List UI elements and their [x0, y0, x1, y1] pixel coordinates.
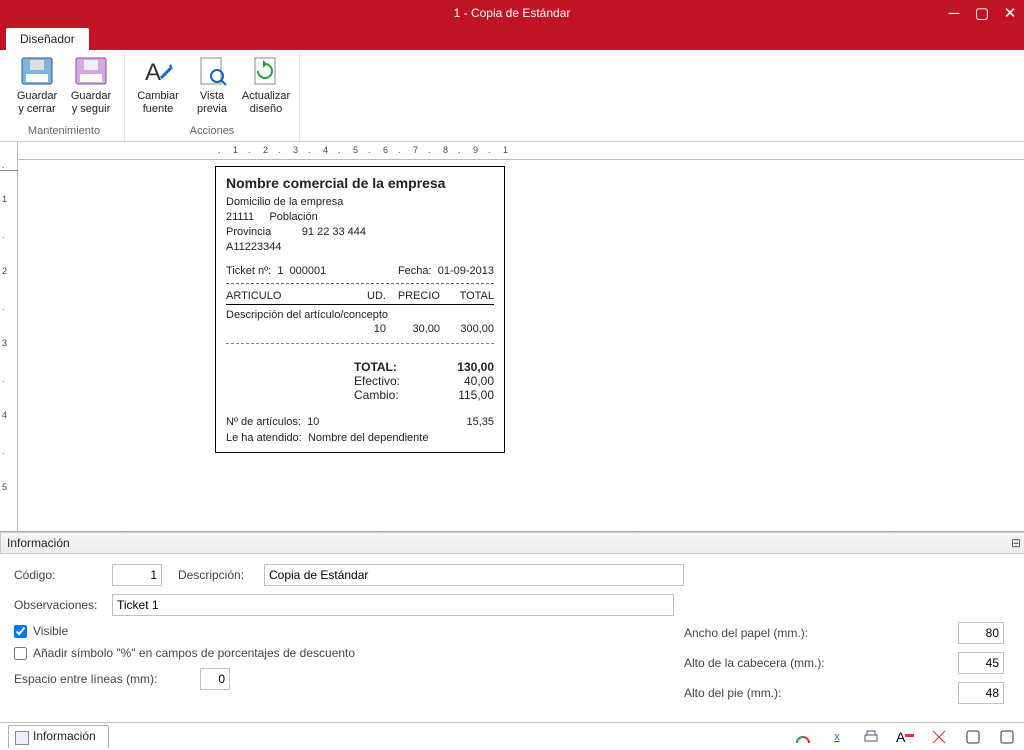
preview-button[interactable]: Vistaprevia: [185, 52, 239, 123]
print-icon[interactable]: [862, 729, 880, 745]
ribbon: Guardary cerrar Guardary seguir Mantenim…: [0, 50, 1024, 142]
refresh-design-button[interactable]: Actualizardiseño: [239, 52, 293, 123]
table-row: 10 30,00 300,00: [226, 323, 494, 335]
preview-icon: [195, 54, 229, 88]
pin-icon[interactable]: ⊟: [1011, 536, 1021, 550]
code-label: Código:: [14, 568, 106, 582]
chart-icon[interactable]: [794, 729, 812, 745]
tab-designer[interactable]: Diseñador: [6, 28, 89, 50]
ribbon-tabstrip: Diseñador: [0, 26, 1024, 50]
linespace-input[interactable]: [200, 668, 230, 690]
paper-width-input[interactable]: [958, 622, 1004, 644]
header-height-input[interactable]: [958, 652, 1004, 674]
shape-icon[interactable]: [964, 729, 982, 745]
company-address: Domicilio de la empresa 21111 Población …: [226, 195, 494, 255]
ticket-preview: Nombre comercial de la empresa Domicilio…: [215, 166, 505, 453]
info-panel: Información ⊟ Código: Descripción: Obser…: [0, 531, 1024, 722]
header-height-label: Alto de la cabecera (mm.):: [684, 656, 952, 670]
visible-checkbox-label[interactable]: Visible: [14, 624, 68, 638]
maximize-button[interactable]: ▢: [968, 0, 996, 26]
design-canvas[interactable]: Nombre comercial de la empresa Domicilio…: [18, 160, 1024, 531]
save-continue-icon: [74, 54, 108, 88]
shape2-icon[interactable]: [998, 729, 1016, 745]
window-title: 1 - Copia de Estándar: [454, 6, 571, 20]
change-font-icon: A: [141, 54, 175, 88]
observations-input[interactable]: [112, 594, 674, 616]
percent-checkbox[interactable]: [14, 647, 27, 660]
table-header: ARTICULO UD. PRECIO TOTAL: [226, 290, 494, 305]
percent-checkbox-label[interactable]: Añadir símbolo "%" en campos de porcenta…: [14, 646, 355, 660]
underline-icon[interactable]: x: [828, 729, 846, 745]
bottom-tab-info[interactable]: Información: [8, 725, 109, 748]
cut-icon[interactable]: [930, 729, 948, 745]
svg-text:A: A: [145, 59, 161, 86]
linespace-label: Espacio entre líneas (mm):: [14, 672, 194, 686]
save-close-icon: [20, 54, 54, 88]
refresh-icon: [249, 54, 283, 88]
code-input[interactable]: [112, 564, 162, 586]
description-label: Descripción:: [178, 568, 258, 582]
change-font-button[interactable]: A Cambiarfuente: [131, 52, 185, 123]
company-name: Nombre comercial de la empresa: [226, 175, 494, 191]
footer-height-input[interactable]: [958, 682, 1004, 704]
horizontal-ruler: . 1 . 2 . 3 . 4 . 5 . 6 . 7 . 8 .: [18, 142, 1024, 160]
ribbon-group-actions: Acciones: [131, 123, 293, 141]
titlebar: 1 - Copia de Estándar ─ ▢ ✕: [0, 0, 1024, 26]
ribbon-group-maintenance: Mantenimiento: [10, 123, 118, 141]
status-bar: Información x A: [0, 722, 1024, 750]
paper-width-label: Ancho del papel (mm.):: [684, 626, 952, 640]
vertical-ruler: . 1 . 2 . 3 . 4 . 5: [0, 142, 18, 531]
visible-checkbox[interactable]: [14, 625, 27, 638]
observations-label: Observaciones:: [14, 598, 106, 612]
save-continue-button[interactable]: Guardary seguir: [64, 52, 118, 123]
footer-height-label: Alto del pie (mm.):: [684, 686, 952, 700]
line-description: Descripción del artículo/concepto: [226, 309, 494, 321]
close-button[interactable]: ✕: [996, 0, 1024, 26]
minimize-button[interactable]: ─: [940, 0, 968, 26]
text-color-icon[interactable]: A: [896, 729, 914, 745]
save-close-button[interactable]: Guardary cerrar: [10, 52, 64, 123]
description-input[interactable]: [264, 564, 684, 586]
info-panel-title: Información: [7, 536, 70, 550]
